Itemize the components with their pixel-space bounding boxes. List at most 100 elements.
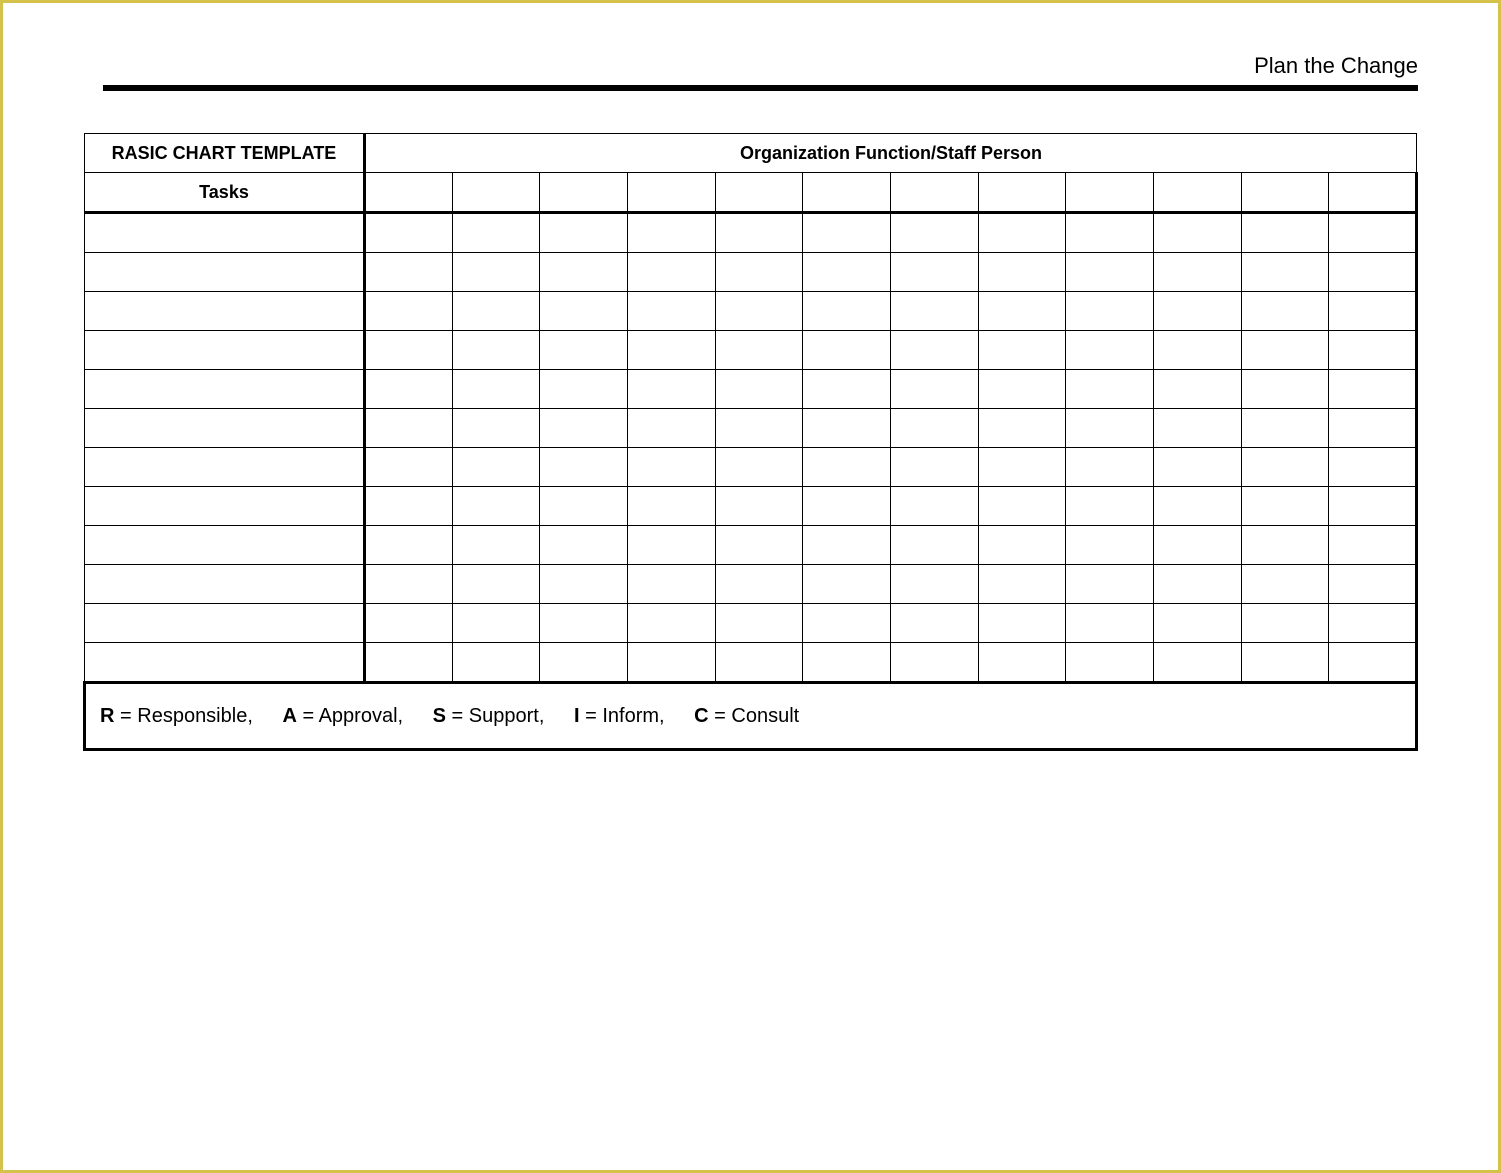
grid-cell: [540, 370, 628, 409]
grid-cell: [978, 253, 1066, 292]
grid-cell: [452, 643, 540, 683]
grid-cell: [1066, 213, 1154, 253]
table-row: [85, 292, 1417, 331]
grid-cell: [627, 604, 715, 643]
grid-cell: [540, 331, 628, 370]
grid-cell: [890, 331, 978, 370]
table-row: [85, 370, 1417, 409]
grid-cell: [365, 292, 453, 331]
grid-cell: [365, 565, 453, 604]
column-header: [1066, 173, 1154, 213]
grid-cell: [1241, 565, 1329, 604]
grid-cell: [540, 526, 628, 565]
grid-cell: [978, 409, 1066, 448]
grid-cell: [1066, 565, 1154, 604]
grid-cell: [365, 253, 453, 292]
grid-cell: [452, 213, 540, 253]
grid-cell: [715, 292, 803, 331]
grid-cell: [365, 370, 453, 409]
grid-cell: [890, 604, 978, 643]
grid-cell: [452, 565, 540, 604]
grid-cell: [452, 292, 540, 331]
grid-cell: [452, 604, 540, 643]
grid-cell: [540, 409, 628, 448]
table-row: [85, 604, 1417, 643]
table-row: [85, 643, 1417, 683]
grid-cell: [978, 565, 1066, 604]
column-header: [1329, 173, 1417, 213]
grid-cell: [1241, 370, 1329, 409]
legend-item: R = Responsible,: [100, 705, 253, 728]
grid-cell: [715, 643, 803, 683]
grid-cell: [1241, 604, 1329, 643]
grid-cell: [365, 331, 453, 370]
grid-cell: [452, 487, 540, 526]
column-header: [540, 173, 628, 213]
grid-cell: [1329, 604, 1417, 643]
grid-cell: [1153, 604, 1241, 643]
grid-cell: [803, 604, 891, 643]
chart-wrap: RASIC CHART TEMPLATE Organization Functi…: [83, 133, 1418, 751]
task-cell: [85, 448, 365, 487]
grid-cell: [1153, 448, 1241, 487]
column-header: [365, 173, 453, 213]
grid-cell: [627, 409, 715, 448]
grid-cell: [890, 370, 978, 409]
grid-cell: [1241, 253, 1329, 292]
table-row: [85, 565, 1417, 604]
grid-cell: [540, 565, 628, 604]
grid-cell: [452, 331, 540, 370]
grid-cell: [1329, 409, 1417, 448]
grid-cell: [715, 253, 803, 292]
grid-cell: [540, 487, 628, 526]
grid-cell: [890, 487, 978, 526]
grid-cell: [1153, 565, 1241, 604]
chart-title: RASIC CHART TEMPLATE: [85, 134, 365, 173]
grid-cell: [627, 448, 715, 487]
grid-cell: [1066, 604, 1154, 643]
grid-cell: [1153, 487, 1241, 526]
task-cell: [85, 565, 365, 604]
grid-cell: [1241, 292, 1329, 331]
grid-cell: [803, 253, 891, 292]
column-header: [890, 173, 978, 213]
grid-cell: [540, 253, 628, 292]
grid-cell: [627, 643, 715, 683]
table-row: [85, 253, 1417, 292]
grid-cell: [715, 409, 803, 448]
legend-item: S = Support,: [433, 705, 545, 728]
grid-cell: [715, 565, 803, 604]
table-row: [85, 526, 1417, 565]
task-cell: [85, 253, 365, 292]
grid-cell: [1153, 292, 1241, 331]
grid-cell: [365, 487, 453, 526]
grid-cell: [978, 370, 1066, 409]
grid-cell: [803, 331, 891, 370]
grid-cell: [890, 643, 978, 683]
rasic-table: RASIC CHART TEMPLATE Organization Functi…: [83, 133, 1418, 751]
grid-cell: [1241, 526, 1329, 565]
grid-cell: [540, 604, 628, 643]
grid-cell: [1329, 253, 1417, 292]
grid-cell: [803, 565, 891, 604]
grid-cell: [1329, 448, 1417, 487]
grid-cell: [540, 448, 628, 487]
grid-cell: [978, 448, 1066, 487]
grid-cell: [890, 253, 978, 292]
grid-cell: [1066, 526, 1154, 565]
grid-cell: [1066, 448, 1154, 487]
grid-cell: [1329, 292, 1417, 331]
grid-cell: [978, 213, 1066, 253]
column-header: [1241, 173, 1329, 213]
table-row: [85, 213, 1417, 253]
table-row: [85, 448, 1417, 487]
column-header-row: Tasks: [85, 173, 1417, 213]
grid-cell: [1241, 448, 1329, 487]
grid-cell: [1153, 331, 1241, 370]
grid-cell: [627, 526, 715, 565]
grid-cell: [452, 409, 540, 448]
task-cell: [85, 643, 365, 683]
grid-cell: [1066, 643, 1154, 683]
task-cell: [85, 370, 365, 409]
grid-cell: [1066, 331, 1154, 370]
